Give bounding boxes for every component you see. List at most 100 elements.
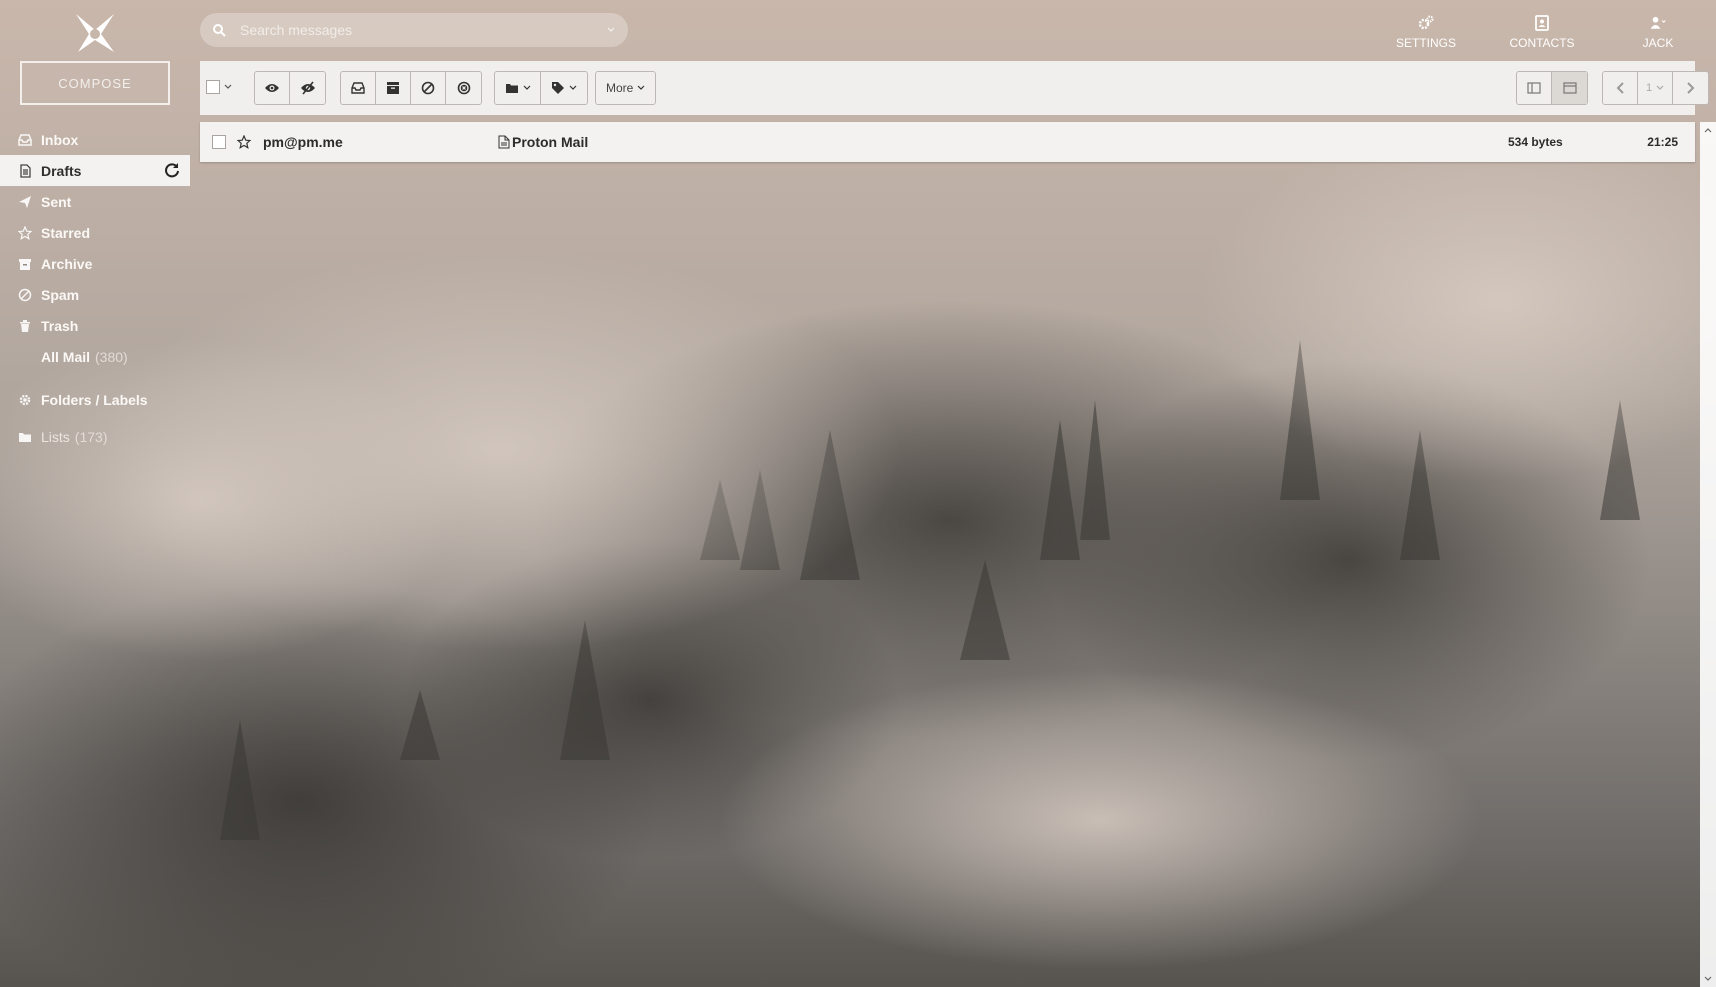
mark-read-button[interactable] (255, 72, 290, 104)
settings-label: SETTINGS (1395, 36, 1456, 50)
folder-icon (505, 84, 518, 93)
chevron-right-icon (1686, 82, 1694, 94)
inbox-icon (18, 133, 32, 147)
proton-logo[interactable] (74, 14, 116, 54)
move-to-folder-dropdown[interactable] (495, 72, 541, 104)
sidebar-item-label: Sent (41, 193, 72, 210)
folder-icon (18, 430, 32, 444)
page-number: 1 (1645, 82, 1653, 94)
move-to-spam-button[interactable] (411, 72, 446, 104)
inbox-icon (351, 82, 365, 94)
sidebar-item-lists[interactable]: Lists (173) (0, 421, 190, 452)
user-label: JACK (1642, 36, 1674, 50)
page-select[interactable]: 1 (1638, 72, 1673, 104)
all-mail-count: (380) (95, 348, 128, 365)
chevron-down-icon (637, 85, 645, 90)
scroll-down-arrow[interactable] (1704, 975, 1712, 983)
sidebar-item-folders-labels[interactable]: Folders / Labels (0, 384, 190, 415)
lists-count: (173) (74, 428, 108, 445)
drafts-icon (18, 163, 32, 178)
sidebar-item-label: Archive (41, 255, 93, 272)
sidebar-item-sent[interactable]: Sent (0, 186, 190, 217)
star-icon[interactable] (237, 135, 251, 149)
chevron-down-icon[interactable] (224, 83, 232, 91)
draft-file-icon (498, 135, 510, 149)
message-checkbox[interactable] (212, 135, 226, 149)
message-sender: pm@pm.me (263, 134, 343, 150)
contacts-label: CONTACTS (1509, 36, 1575, 50)
settings-button[interactable]: SETTINGS (1368, 14, 1484, 50)
move-to-inbox-button[interactable] (341, 72, 376, 104)
ban-icon (18, 288, 32, 302)
sidebar-item-starred[interactable]: Starred (0, 217, 190, 248)
refresh-icon[interactable] (164, 162, 180, 178)
sidebar-nav: Inbox Drafts Sent Starred Archive Spam T… (0, 124, 190, 452)
chevron-down-icon (1656, 85, 1664, 90)
chevron-down-icon (569, 85, 577, 90)
sidebar-item-label: Drafts (41, 162, 82, 179)
read-unread-group (254, 71, 326, 105)
eye-icon (265, 84, 279, 92)
trash-icon (18, 319, 32, 333)
scrollbar[interactable] (1700, 122, 1716, 987)
more-label: More (606, 81, 634, 95)
sidebar-item-label: Starred (41, 224, 91, 241)
more-group: More (595, 71, 657, 105)
tag-icon (552, 82, 564, 94)
message-toolbar: More 1 (200, 61, 1709, 115)
star-icon (18, 225, 32, 240)
previous-page-button[interactable] (1603, 72, 1638, 104)
sidebar-item-all-mail[interactable]: All Mail (380) (0, 341, 190, 372)
sidebar-item-spam[interactable]: Spam (0, 279, 190, 310)
sidebar-item-label: Spam (41, 286, 80, 303)
address-book-icon (1535, 15, 1549, 31)
next-page-button[interactable] (1673, 72, 1708, 104)
mark-unread-button[interactable] (290, 72, 325, 104)
sidebar-item-label: Trash (41, 317, 79, 334)
move-to-archive-button[interactable] (376, 72, 411, 104)
search-icon (213, 24, 226, 37)
sidebar-item-archive[interactable]: Archive (0, 248, 190, 279)
delete-button[interactable] (446, 72, 481, 104)
message-time: 21:25 (1647, 135, 1678, 149)
sidebar-item-label: All Mail (41, 348, 91, 365)
add-label-dropdown[interactable] (541, 72, 587, 104)
archive-icon (387, 82, 399, 94)
sidebar-item-label: Lists (41, 428, 70, 445)
select-all-group (206, 71, 232, 103)
layout-group (1516, 71, 1588, 105)
column-layout-button[interactable] (1517, 72, 1552, 104)
message-subject: Proton Mail (512, 134, 589, 150)
eye-slash-icon (300, 81, 315, 95)
ban-icon (421, 81, 435, 95)
sidebar-item-label: Folders / Labels (41, 391, 148, 408)
columns-icon (1527, 82, 1541, 94)
scroll-up-arrow[interactable] (1704, 126, 1712, 134)
compose-button[interactable]: COMPOSE (20, 61, 170, 105)
chevron-down-icon[interactable] (606, 25, 616, 35)
rows-icon (1562, 82, 1577, 94)
search-input[interactable] (238, 21, 602, 39)
sidebar-item-inbox[interactable]: Inbox (0, 124, 190, 155)
row-layout-button[interactable] (1552, 72, 1587, 104)
top-navigation: SETTINGS CONTACTS JACK (1368, 14, 1716, 50)
pagination-group: 1 (1602, 71, 1709, 105)
folder-label-group (494, 71, 588, 105)
search-bar (200, 13, 628, 47)
sidebar-item-drafts[interactable]: Drafts (0, 155, 190, 186)
chevron-left-icon (1616, 82, 1624, 94)
select-all-checkbox[interactable] (206, 71, 232, 103)
chevron-down-icon (523, 85, 530, 90)
times-circle-icon (457, 81, 470, 95)
paper-plane-icon (18, 195, 32, 209)
message-size: 534 bytes (1508, 135, 1563, 149)
sidebar-item-trash[interactable]: Trash (0, 310, 190, 341)
gear-icon (18, 393, 32, 407)
contacts-button[interactable]: CONTACTS (1484, 14, 1600, 50)
more-dropdown[interactable]: More (596, 72, 655, 104)
gears-icon (1418, 15, 1434, 30)
archive-icon (18, 257, 32, 271)
message-row[interactable]: pm@pm.me Proton Mail 534 bytes 21:25 (200, 122, 1695, 162)
user-menu-button[interactable]: JACK (1600, 14, 1716, 50)
checkbox[interactable] (206, 80, 220, 94)
